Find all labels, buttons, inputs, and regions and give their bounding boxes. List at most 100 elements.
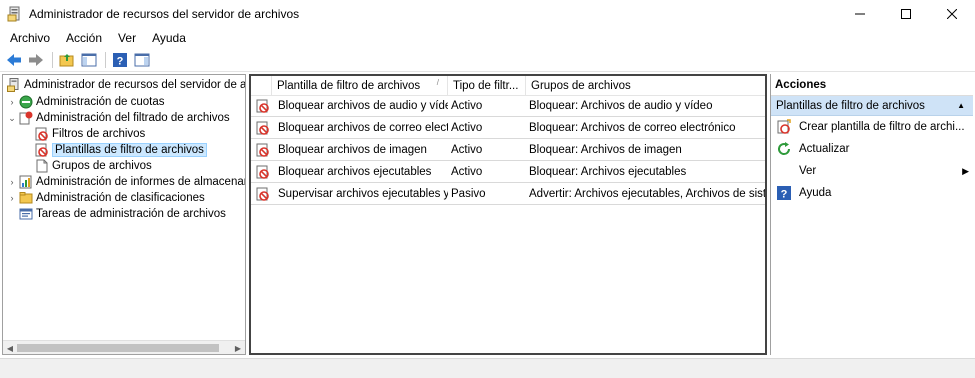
- tree-item-root[interactable]: Administrador de recursos del servidor d…: [5, 77, 245, 93]
- window-title: Administrador de recursos del servidor d…: [29, 7, 300, 21]
- menu-ayuda[interactable]: Ayuda: [144, 31, 194, 45]
- svg-text:?: ?: [781, 189, 788, 201]
- submenu-arrow-icon: ▶: [962, 165, 969, 176]
- cell-screen-type: Activo: [451, 100, 483, 112]
- tree-horizontal-scrollbar[interactable]: ◀ ▶: [3, 340, 245, 354]
- cell-template-name: Bloquear archivos de audio y vídeo: [278, 100, 448, 112]
- column-header-screen-type[interactable]: Tipo de filtr...: [448, 76, 526, 96]
- maximize-button[interactable]: [883, 0, 929, 28]
- tree-item-file-screen-templates[interactable]: Plantillas de filtro de archivos: [23, 142, 207, 158]
- show-hide-tree-button[interactable]: [79, 50, 99, 70]
- cell-screen-type: Activo: [451, 144, 483, 156]
- column-header-label: Grupos de archivos: [531, 80, 631, 92]
- cell-template-name: Bloquear archivos ejecutables: [278, 166, 432, 178]
- console-tree[interactable]: Administrador de recursos del servidor d…: [2, 74, 246, 355]
- list-header: Plantilla de filtro de archivos / Tipo d…: [251, 76, 765, 96]
- action-label: Crear plantilla de filtro de archi...: [799, 121, 965, 133]
- scroll-left-icon[interactable]: ◀: [3, 341, 17, 354]
- action-view[interactable]: Ver ▶: [771, 160, 973, 182]
- cell-file-groups: Bloquear: Archivos de audio y vídeo: [529, 100, 713, 112]
- create-template-icon: [776, 119, 792, 135]
- column-header-label: Tipo de filtr...: [453, 80, 519, 92]
- cell-template-name: Bloquear archivos de correo electr...: [278, 122, 448, 134]
- expander-icon[interactable]: ›: [7, 97, 17, 107]
- refresh-icon: [776, 141, 792, 157]
- column-header-file-groups[interactable]: Grupos de archivos: [526, 76, 765, 96]
- action-refresh[interactable]: Actualizar: [771, 138, 973, 160]
- tree-item-label: Grupos de archivos: [52, 160, 152, 172]
- tree-item-storage-reports[interactable]: › Administración de informes de almacena…: [7, 174, 246, 190]
- tree-item-label: Plantillas de filtro de archivos: [52, 143, 207, 157]
- help-icon: ?: [776, 185, 792, 201]
- cell-file-groups: Advertir: Archivos ejecutables, Archivos…: [529, 188, 765, 200]
- show-hide-tree-icon: [81, 53, 97, 66]
- quota-icon: [19, 95, 33, 109]
- tree-item-label: Administración de cuotas: [36, 96, 165, 108]
- close-button[interactable]: [929, 0, 975, 28]
- tree-item-file-screens[interactable]: Filtros de archivos: [23, 126, 145, 142]
- toolbar-separator: [52, 51, 53, 68]
- cell-template-name: Supervisar archivos ejecutables y ...: [278, 188, 448, 200]
- column-header-label: Plantilla de filtro de archivos: [277, 80, 421, 92]
- tree-item-file-groups[interactable]: Grupos de archivos: [23, 158, 152, 174]
- forward-button[interactable]: [26, 50, 46, 70]
- table-row[interactable]: Supervisar archivos ejecutables y ... Pa…: [251, 184, 765, 205]
- minimize-button[interactable]: [837, 0, 883, 28]
- up-one-level-button[interactable]: [57, 50, 77, 70]
- column-header-icon[interactable]: [251, 76, 272, 96]
- tree-item-label: Administración de clasificaciones: [36, 192, 205, 204]
- menu-archivo[interactable]: Archivo: [2, 31, 58, 45]
- svg-text:?: ?: [117, 55, 124, 67]
- action-create-template[interactable]: Crear plantilla de filtro de archi...: [771, 116, 973, 138]
- cell-file-groups: Bloquear: Archivos de correo electrónico: [529, 122, 736, 134]
- back-arrow-icon: [7, 53, 21, 66]
- actions-section-label: Plantillas de filtro de archivos: [776, 99, 925, 112]
- actions-section-header[interactable]: Plantillas de filtro de archivos ▲: [771, 96, 973, 116]
- tree-item-file-screening-management[interactable]: ⌄ Administración del filtrado de archivo…: [7, 110, 230, 126]
- table-row[interactable]: Bloquear archivos de correo electr... Ac…: [251, 118, 765, 139]
- tree-item-label: Administración de informes de almacenam: [36, 176, 246, 188]
- tree-item-label: Filtros de archivos: [52, 128, 146, 140]
- actions-pane: Acciones Plantillas de filtro de archivo…: [770, 74, 973, 355]
- expander-icon[interactable]: ›: [7, 193, 17, 203]
- column-header-template[interactable]: Plantilla de filtro de archivos /: [272, 76, 448, 96]
- scroll-right-icon[interactable]: ▶: [231, 341, 245, 354]
- expander-icon[interactable]: ›: [7, 177, 17, 187]
- menu-accion[interactable]: Acción: [58, 31, 110, 45]
- file-screen-template-icon: [256, 143, 270, 157]
- show-hide-action-pane-button[interactable]: [132, 50, 152, 70]
- file-screen-template-icon: [256, 121, 270, 135]
- expander-icon[interactable]: ⌄: [7, 113, 17, 124]
- tree-item-quota-management[interactable]: › Administración de cuotas: [7, 94, 164, 110]
- tree-item-classification-management[interactable]: › Administración de clasificaciones: [7, 190, 205, 206]
- menu-ver[interactable]: Ver: [110, 31, 144, 45]
- file-screen-icon: [35, 127, 49, 141]
- table-row[interactable]: Bloquear archivos de imagen Activo Bloqu…: [251, 140, 765, 161]
- tree-item-label: Administración del filtrado de archivos: [36, 112, 230, 124]
- file-screen-template-icon: [256, 165, 270, 179]
- help-icon: ?: [113, 52, 127, 67]
- table-row[interactable]: Bloquear archivos de audio y vídeo Activ…: [251, 96, 765, 117]
- cell-template-name: Bloquear archivos de imagen: [278, 144, 427, 156]
- minimize-icon: [855, 13, 865, 15]
- help-button[interactable]: ?: [110, 50, 130, 70]
- file-screen-management-icon: [19, 111, 33, 125]
- scrollbar-thumb[interactable]: [17, 344, 219, 352]
- cell-screen-type: Activo: [451, 122, 483, 134]
- file-management-tasks-icon: [19, 207, 33, 221]
- file-screen-template-icon: [35, 143, 49, 157]
- storage-reports-icon: [19, 175, 33, 189]
- tree-item-file-management-tasks[interactable]: Tareas de administración de archivos: [7, 206, 226, 222]
- cell-screen-type: Activo: [451, 166, 483, 178]
- up-folder-icon: [59, 53, 74, 66]
- cell-file-groups: Bloquear: Archivos de imagen: [529, 144, 682, 156]
- back-button[interactable]: [4, 50, 24, 70]
- cell-file-groups: Bloquear: Archivos ejecutables: [529, 166, 687, 178]
- results-list[interactable]: Plantilla de filtro de archivos / Tipo d…: [249, 74, 767, 355]
- table-row[interactable]: Bloquear archivos ejecutables Activo Blo…: [251, 162, 765, 183]
- collapse-caret-icon[interactable]: ▲: [957, 101, 965, 110]
- file-screen-template-icon: [256, 99, 270, 113]
- action-help[interactable]: ? Ayuda: [771, 182, 973, 204]
- file-server-icon: [7, 78, 21, 92]
- action-label: Ayuda: [799, 187, 832, 199]
